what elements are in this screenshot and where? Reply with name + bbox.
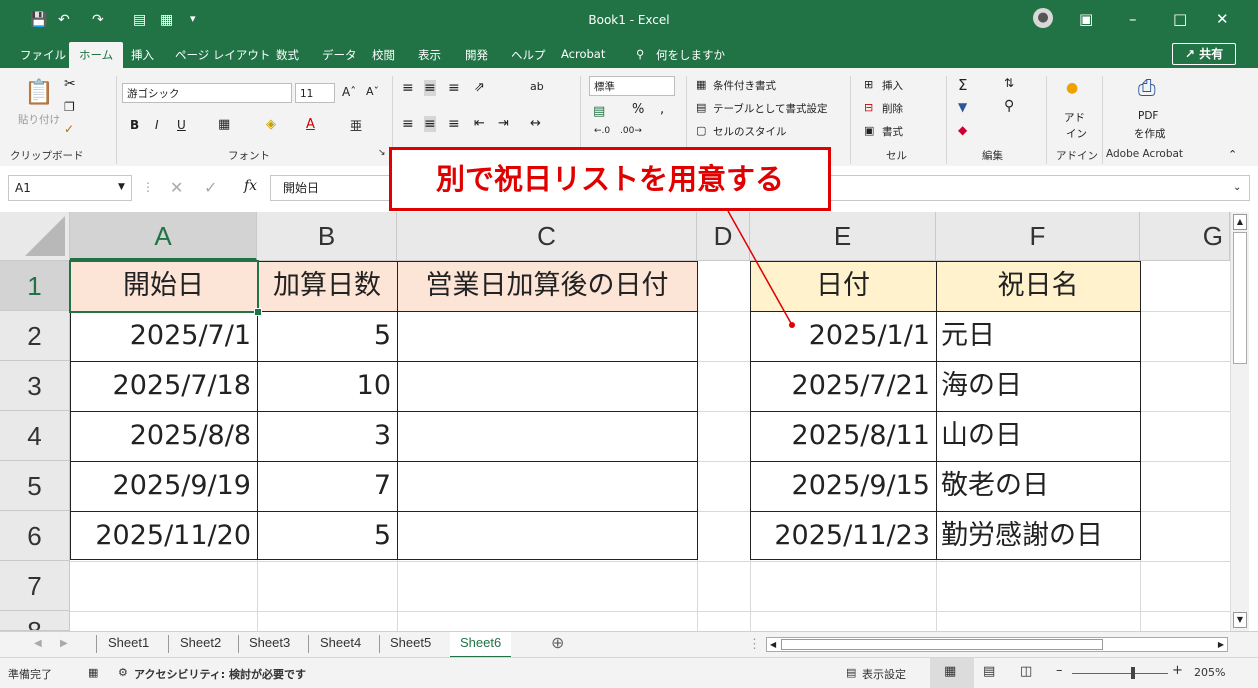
add-sheet-icon[interactable]: ⊕	[551, 633, 564, 653]
zoom-slider-thumb[interactable]	[1131, 667, 1135, 679]
more-icon: ⋮	[748, 636, 761, 651]
separator	[96, 635, 97, 653]
sheet-tab-6[interactable]: Sheet6	[450, 632, 512, 658]
horizontal-scrollbar[interactable]: ◀ ▶	[766, 637, 1228, 652]
zoom-in-icon[interactable]: +	[1172, 663, 1183, 678]
callout-pointer	[727, 210, 795, 328]
horizontal-scroll-thumb[interactable]	[781, 639, 1103, 650]
macro-record-icon[interactable]: ▦	[88, 666, 98, 679]
status-ready: 準備完了	[8, 668, 52, 681]
sheet-tab-2[interactable]: Sheet2	[180, 635, 221, 650]
accessibility-status[interactable]: アクセシビリティ: 検討が必要です	[134, 666, 306, 682]
page-break-view-icon[interactable]: ◫	[1020, 664, 1032, 679]
sheet-tab-bar: ◀ ▶ Sheet1 Sheet2 Sheet3 Sheet4 Sheet5 S…	[0, 631, 1258, 658]
separator	[168, 635, 169, 653]
sheet-tab-5[interactable]: Sheet5	[390, 635, 431, 650]
callout-pointer-dot	[789, 322, 795, 328]
page-layout-view-icon[interactable]: ▤	[983, 664, 995, 679]
zoom-slider[interactable]	[1072, 673, 1168, 674]
sheet-tab-1[interactable]: Sheet1	[108, 635, 149, 650]
status-bar: 準備完了 ▦ ⚙ アクセシビリティ: 検討が必要です ▤ 表示設定 ▦ ▤ ◫ …	[0, 657, 1258, 688]
scroll-up-icon[interactable]: ▲	[1233, 214, 1247, 230]
sheet-tab-4[interactable]: Sheet4	[320, 635, 361, 650]
separator	[308, 635, 309, 653]
scroll-right-icon[interactable]: ▶	[1218, 638, 1224, 651]
next-sheet-icon[interactable]: ▶	[60, 638, 68, 649]
accessibility-icon[interactable]: ⚙	[118, 666, 128, 679]
vertical-scrollbar[interactable]: ▲ ▼	[1230, 212, 1249, 632]
sheet-tab-3[interactable]: Sheet3	[249, 635, 290, 650]
normal-view-icon[interactable]: ▦	[944, 664, 956, 679]
callout-pointer-line	[727, 210, 793, 326]
separator	[238, 635, 239, 653]
zoom-out-icon[interactable]: –	[1056, 663, 1063, 678]
scroll-down-icon[interactable]: ▼	[1233, 612, 1247, 628]
callout-note: 別で祝日リストを用意する	[389, 147, 831, 211]
scroll-left-icon[interactable]: ◀	[770, 638, 776, 651]
display-settings-icon: ▤	[846, 666, 857, 679]
display-settings-button[interactable]: 表示設定	[862, 666, 906, 682]
prev-sheet-icon[interactable]: ◀	[34, 638, 42, 649]
zoom-level[interactable]: 205%	[1194, 666, 1225, 679]
scroll-thumb[interactable]	[1233, 232, 1247, 364]
separator	[379, 635, 380, 653]
